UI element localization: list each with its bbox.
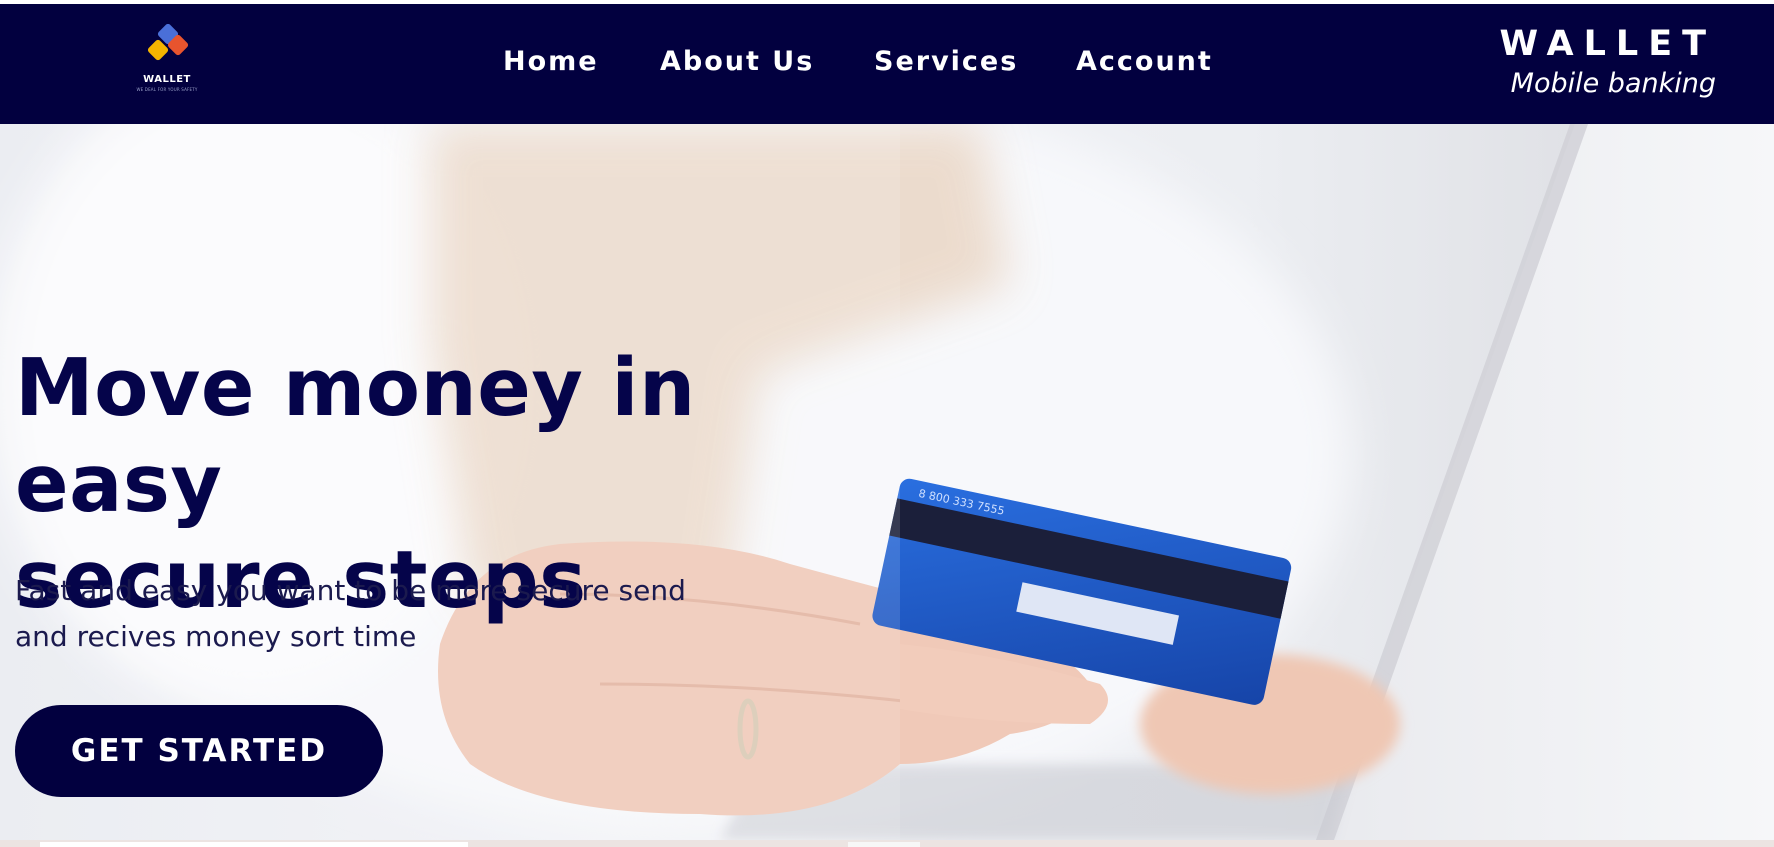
logo[interactable]: WALLET WE DEAL FOR YOUR SAFETY	[132, 24, 202, 100]
headline-line-1: Move money in easy	[15, 342, 696, 530]
bottom-strip-segment	[848, 842, 920, 847]
nav-account[interactable]: Account	[1076, 46, 1213, 77]
hero-section: 8 800 333 7555 Move money in easy secure…	[0, 124, 1774, 840]
navbar: WALLET WE DEAL FOR YOUR SAFETY Home Abou…	[0, 4, 1774, 124]
get-started-button[interactable]: GET STARTED	[15, 705, 383, 797]
subtext-line-2: and recives money sort time	[15, 620, 417, 653]
brand-subtitle: Mobile banking	[1510, 68, 1716, 99]
nav-services[interactable]: Services	[874, 46, 1018, 77]
logo-tagline: WE DEAL FOR YOUR SAFETY	[136, 87, 198, 92]
nav-about-us[interactable]: About Us	[660, 46, 814, 77]
wallet-logo-icon	[147, 24, 189, 61]
bottom-strip	[0, 840, 1774, 847]
logo-text: WALLET	[143, 74, 191, 85]
nav-home[interactable]: Home	[503, 46, 599, 77]
brand-title: WALLET	[1499, 24, 1716, 64]
bottom-strip-segment	[40, 842, 468, 847]
hero-subtext: Fast and easy you want to be more secure…	[15, 568, 775, 660]
subtext-line-1: Fast and easy you want to be more secure…	[15, 574, 686, 607]
